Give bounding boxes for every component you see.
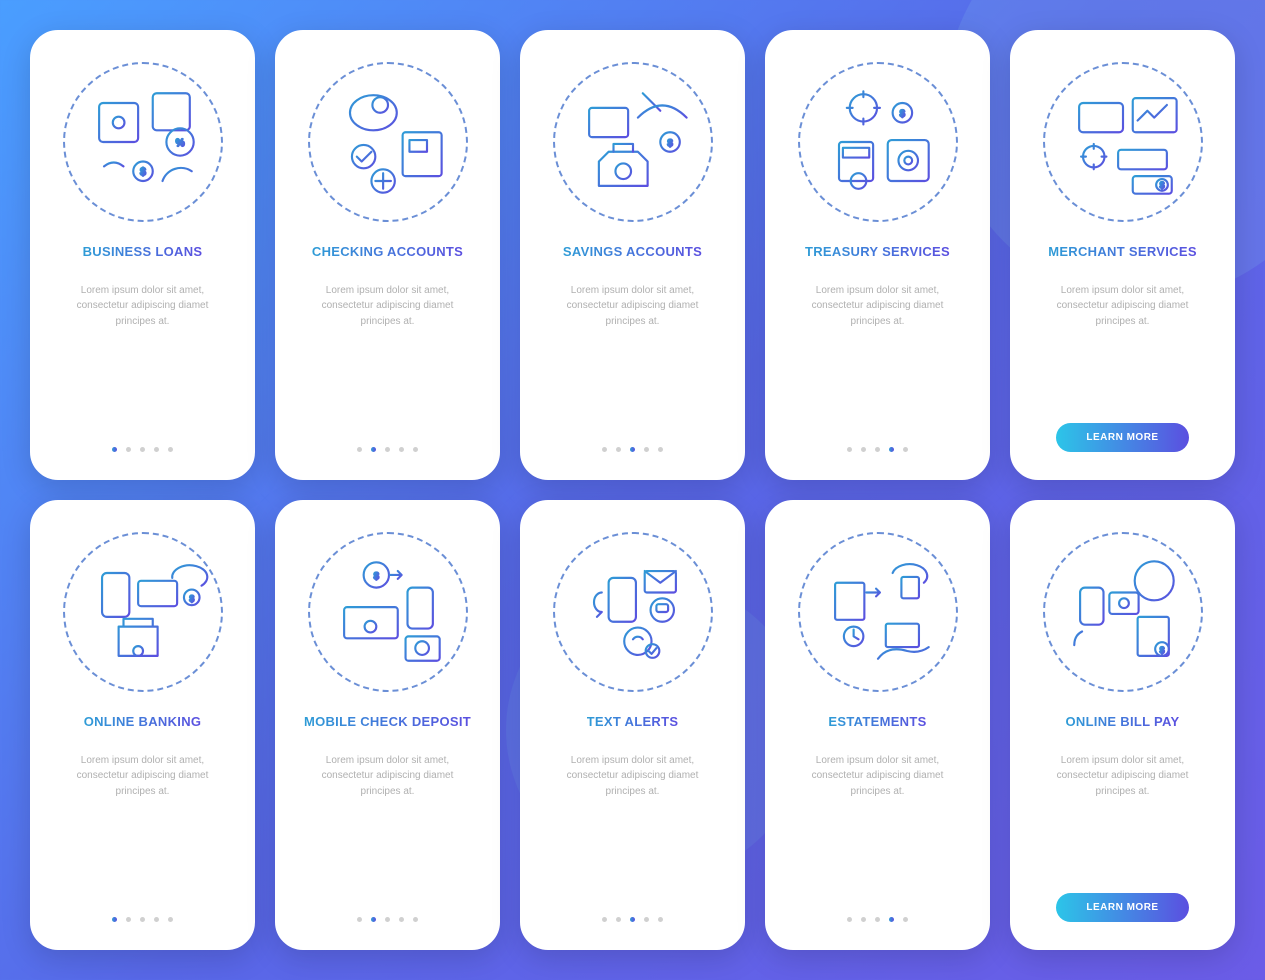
card-title: TEXT ALERTS [587,714,679,731]
page-dot[interactable] [399,917,404,922]
card-description: Lorem ipsum dolor sit amet, consectetur … [542,753,723,909]
page-dot[interactable] [630,917,635,922]
phone-card-6: $ MOBILE CHECK DEPOSIT Lorem ipsum dolor s… [275,500,500,950]
card-title: ONLINE BANKING [84,714,202,731]
page-dot[interactable] [168,917,173,922]
page-dot[interactable] [154,917,159,922]
card-description: Lorem ipsum dolor sit amet, consectetur … [787,283,968,439]
svg-text:$: $ [899,109,904,119]
page-indicator [357,917,418,922]
phone-card-4: $ MERCHANT SERVICES Lorem ipsum dolor sit … [1010,30,1235,480]
page-dot[interactable] [112,447,117,452]
phone-card-2: $ SAVINGS ACCOUNTS Lorem ipsum dolor sit a… [520,30,745,480]
treasury-services-icon: $ [798,62,958,222]
card-title: ESTATEMENTS [828,714,926,731]
page-dot[interactable] [875,447,880,452]
page-dot[interactable] [644,917,649,922]
page-dot[interactable] [616,917,621,922]
phone-card-9: $ ONLINE BILL PAY Lorem ipsum dolor sit am… [1010,500,1235,950]
page-dot[interactable] [889,917,894,922]
page-dot[interactable] [861,447,866,452]
page-dot[interactable] [658,917,663,922]
svg-text:$: $ [373,571,378,581]
page-dot[interactable] [357,917,362,922]
page-dot[interactable] [903,917,908,922]
svg-text:$: $ [140,167,146,178]
page-dot[interactable] [413,917,418,922]
page-dot[interactable] [140,917,145,922]
page-indicator [602,917,663,922]
card-title: MERCHANT SERVICES [1048,244,1197,261]
page-dot[interactable] [126,917,131,922]
phone-card-3: $ TREASURY SERVICES Lorem ipsum dolor sit … [765,30,990,480]
page-indicator [112,917,173,922]
card-description: Lorem ipsum dolor sit amet, consectetur … [542,283,723,439]
estatements-icon [798,532,958,692]
page-dot[interactable] [602,447,607,452]
svg-text:$: $ [667,138,672,148]
page-dot[interactable] [357,447,362,452]
page-dot[interactable] [385,917,390,922]
page-indicator [847,447,908,452]
mobile-check-deposit-icon: $ [308,532,468,692]
page-dot[interactable] [413,447,418,452]
phone-card-7: TEXT ALERTS Lorem ipsum dolor sit amet, c… [520,500,745,950]
page-dot[interactable] [875,917,880,922]
page-dot[interactable] [168,447,173,452]
card-description: Lorem ipsum dolor sit amet, consectetur … [297,753,478,909]
card-description: Lorem ipsum dolor sit amet, consectetur … [297,283,478,439]
phone-card-0: %$BUSINESS LOANSLorem ipsum dolor sit am… [30,30,255,480]
card-title: MOBILE CHECK DEPOSIT [304,714,471,731]
card-title: CHECKING ACCOUNTS [312,244,463,261]
page-indicator [847,917,908,922]
merchant-services-icon: $ [1043,62,1203,222]
text-alerts-icon [553,532,713,692]
online-banking-icon: $ [63,532,223,692]
card-title: TREASURY SERVICES [805,244,950,261]
page-dot[interactable] [602,917,607,922]
svg-text:%: % [175,138,184,149]
card-description: Lorem ipsum dolor sit amet, consectetur … [787,753,968,909]
page-dot[interactable] [616,447,621,452]
page-dot[interactable] [658,447,663,452]
phone-card-5: $ ONLINE BANKING Lorem ipsum dolor sit ame… [30,500,255,950]
page-dot[interactable] [861,917,866,922]
page-indicator [112,447,173,452]
page-indicator [357,447,418,452]
page-dot[interactable] [399,447,404,452]
card-description: Lorem ipsum dolor sit amet, consectetur … [1032,283,1213,417]
page-dot[interactable] [154,447,159,452]
card-title: SAVINGS ACCOUNTS [563,244,702,261]
card-title: ONLINE BILL PAY [1065,714,1179,731]
page-dot[interactable] [126,447,131,452]
page-dot[interactable] [371,447,376,452]
phone-grid: %$BUSINESS LOANSLorem ipsum dolor sit am… [0,0,1265,980]
page-dot[interactable] [385,447,390,452]
checking-accounts-icon [308,62,468,222]
page-dot[interactable] [140,447,145,452]
business-loans-icon: %$ [63,62,223,222]
page-dot[interactable] [847,917,852,922]
card-description: Lorem ipsum dolor sit amet, consectetur … [52,753,233,909]
page-dot[interactable] [847,447,852,452]
svg-text:$: $ [1159,181,1164,190]
page-dot[interactable] [889,447,894,452]
page-dot[interactable] [903,447,908,452]
card-description: Lorem ipsum dolor sit amet, consectetur … [52,283,233,439]
phone-card-1: CHECKING ACCOUNTS Lorem ipsum dolor sit a… [275,30,500,480]
page-dot[interactable] [371,917,376,922]
savings-accounts-icon: $ [553,62,713,222]
card-description: Lorem ipsum dolor sit amet, consectetur … [1032,753,1213,887]
page-dot[interactable] [644,447,649,452]
svg-text:$: $ [1159,646,1164,655]
page-dot[interactable] [630,447,635,452]
learn-more-button[interactable]: LEARN MORE [1056,893,1188,922]
learn-more-button[interactable]: LEARN MORE [1056,423,1188,452]
page-indicator [602,447,663,452]
online-bill-pay-icon: $ [1043,532,1203,692]
svg-text:$: $ [189,594,194,603]
page-dot[interactable] [112,917,117,922]
card-title: BUSINESS LOANS [83,244,203,261]
phone-card-8: ESTATEMENTS Lorem ipsum dolor sit amet, c… [765,500,990,950]
